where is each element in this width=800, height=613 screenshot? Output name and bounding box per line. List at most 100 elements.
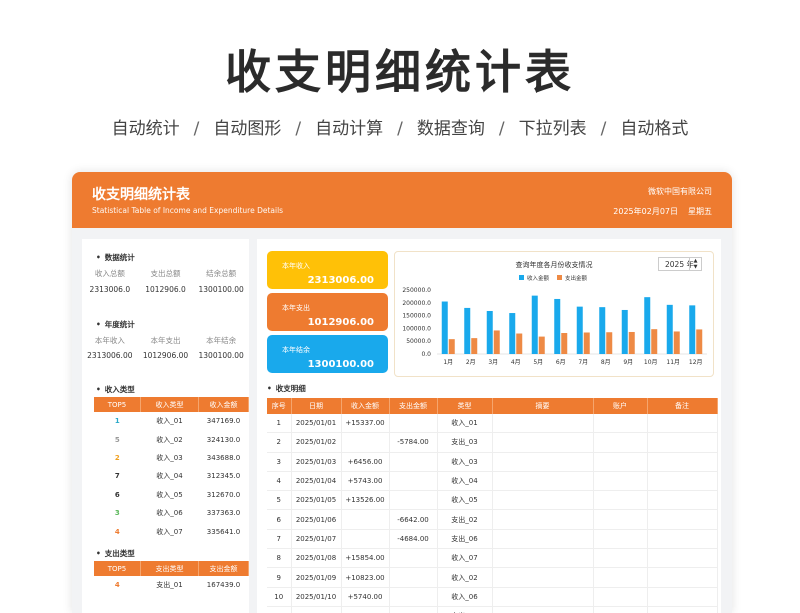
table-row: 7 收入_04 312345.0 — [94, 467, 249, 485]
table-cell — [492, 606, 594, 613]
table-cell — [593, 452, 648, 472]
feature-separator: / — [397, 119, 403, 139]
table-cell — [492, 587, 594, 607]
feature-separator: / — [193, 119, 200, 139]
table-cell — [389, 452, 438, 472]
table-cell — [647, 432, 718, 453]
table-cell — [389, 567, 438, 588]
kpi-label: 本年支出 — [282, 304, 310, 312]
stat-value: 1300100.00 — [198, 285, 244, 294]
table-cell — [341, 529, 390, 550]
table-cell: 2025/01/10 — [291, 587, 342, 607]
amount-cell: 335641.0 — [206, 527, 241, 536]
table-cell: 2025/01/05 — [291, 490, 342, 511]
type-cell: 支出_01 — [156, 581, 183, 590]
kpi-value: 2313006.00 — [307, 275, 374, 286]
table-cell: 2025/01/02 — [291, 432, 342, 453]
table-cell: 2025/01/07 — [291, 529, 342, 550]
table-cell — [389, 490, 438, 511]
feature-item: 自动计算 — [315, 119, 384, 139]
legend-swatch — [557, 275, 562, 280]
table-cell: -5784.00 — [389, 432, 438, 453]
table-cell — [647, 490, 718, 511]
table-row: 4 收入_07 335641.0 — [94, 522, 249, 540]
weekday-text: 星期五 — [688, 207, 712, 216]
table-cell — [341, 432, 390, 453]
table-cell — [389, 471, 438, 492]
type-cell: 收入_01 — [156, 417, 183, 426]
bar — [644, 297, 651, 354]
x-tick-label: 8月 — [601, 359, 611, 366]
y-tick-label: 50000.0 — [406, 338, 431, 345]
feature-item: 自动图形 — [213, 119, 282, 139]
table-cell — [492, 414, 594, 434]
table-cell: 收入_06 — [437, 587, 493, 607]
column-header: TOP5 — [94, 397, 141, 412]
y-tick-label: 150000.0 — [402, 313, 431, 320]
amount-cell: 312670.0 — [206, 490, 241, 499]
x-tick-label: 1月 — [443, 359, 453, 366]
bar — [673, 331, 680, 354]
bar — [464, 307, 471, 354]
stat-value: 2313006.0 — [89, 285, 131, 294]
legend-label: 支出金额 — [565, 274, 588, 282]
amount-cell: 347169.0 — [206, 417, 241, 426]
details-title: 收支明细 — [267, 383, 306, 394]
table-cell: 1 — [267, 414, 292, 434]
table-cell — [593, 529, 648, 550]
column-header: 类型 — [437, 398, 493, 414]
table-cell — [341, 606, 390, 613]
table-row: 8 2025/01/08 +15854.00 收入_07 — [267, 548, 718, 569]
left-panel: 数据统计 收入总额 支出总额 结余总额 2313006.0 1012906.0 … — [82, 239, 249, 613]
year-stats-title: 年度统计 — [96, 319, 135, 330]
table-cell: +5743.00 — [341, 471, 390, 492]
x-tick-label: 3月 — [488, 359, 498, 366]
table-cell: 收入_07 — [437, 548, 493, 569]
feature-separator: / — [600, 119, 607, 139]
bar — [509, 313, 516, 354]
stat-value: 1012906.00 — [142, 351, 189, 360]
table-cell: +13526.00 — [341, 490, 390, 511]
year-select[interactable]: 2025 年 ▲ ▼ — [658, 257, 702, 271]
stat-header: 本年结余 — [206, 336, 237, 345]
x-tick-label: 2月 — [466, 359, 476, 366]
table-row: 9 2025/01/09 +10823.00 收入_02 — [267, 567, 718, 588]
stat-header: 收入总额 — [94, 269, 125, 278]
table-cell: 8 — [267, 548, 292, 569]
kpi-card: 本年支出 1012906.00 — [267, 293, 388, 331]
column-header: 收入金额 — [341, 398, 390, 414]
stat-header: 结余总额 — [206, 269, 237, 278]
table-cell — [593, 606, 648, 613]
sheet-title: 收支明细统计表 — [92, 187, 190, 203]
column-header: 摘要 — [492, 398, 594, 414]
table-cell: 11 — [267, 606, 292, 613]
table-cell: 7 — [267, 529, 292, 550]
type-cell: 收入_04 — [156, 472, 183, 481]
sheet-subtitle: Statistical Table of Income and Expendit… — [92, 206, 284, 215]
data-stats-title: 数据统计 — [96, 252, 135, 263]
right-panel: 本年收入 2313006.00 本年支出 1012906.00 本年结余 1300100.… — [257, 239, 721, 613]
feature-separator: / — [498, 119, 505, 139]
column-header: 账户 — [593, 398, 648, 414]
table-row: 5 收入_02 324130.0 — [94, 430, 249, 448]
table-cell — [593, 471, 648, 492]
y-tick-label: 100000.0 — [402, 325, 431, 332]
bar — [621, 309, 628, 354]
table-row: 4 2025/01/04 +5743.00 收入_04 — [267, 471, 718, 492]
type-cell: 收入_03 — [156, 453, 183, 462]
table-cell: 支出_01 — [437, 606, 493, 613]
table-row: 3 2025/01/03 +6456.00 收入_03 — [267, 452, 718, 472]
x-tick-label: 6月 — [556, 359, 566, 366]
stat-header: 支出总额 — [150, 269, 181, 278]
table-cell — [492, 490, 594, 511]
bar — [651, 329, 658, 354]
table-cell: 4 — [267, 471, 292, 492]
spinner-arrows-icon[interactable]: ▲ ▼ — [689, 258, 701, 270]
table-row: 6 2025/01/06 -6642.00 支出_02 — [267, 509, 718, 530]
table-cell — [492, 509, 594, 530]
table-cell: 收入_04 — [437, 471, 493, 492]
table-cell — [593, 548, 648, 569]
rank-cell: 5 — [114, 435, 120, 444]
column-header: 支出金额 — [198, 561, 249, 576]
data-stats-headers: 收入总额 支出总额 结余总额 — [82, 268, 249, 279]
